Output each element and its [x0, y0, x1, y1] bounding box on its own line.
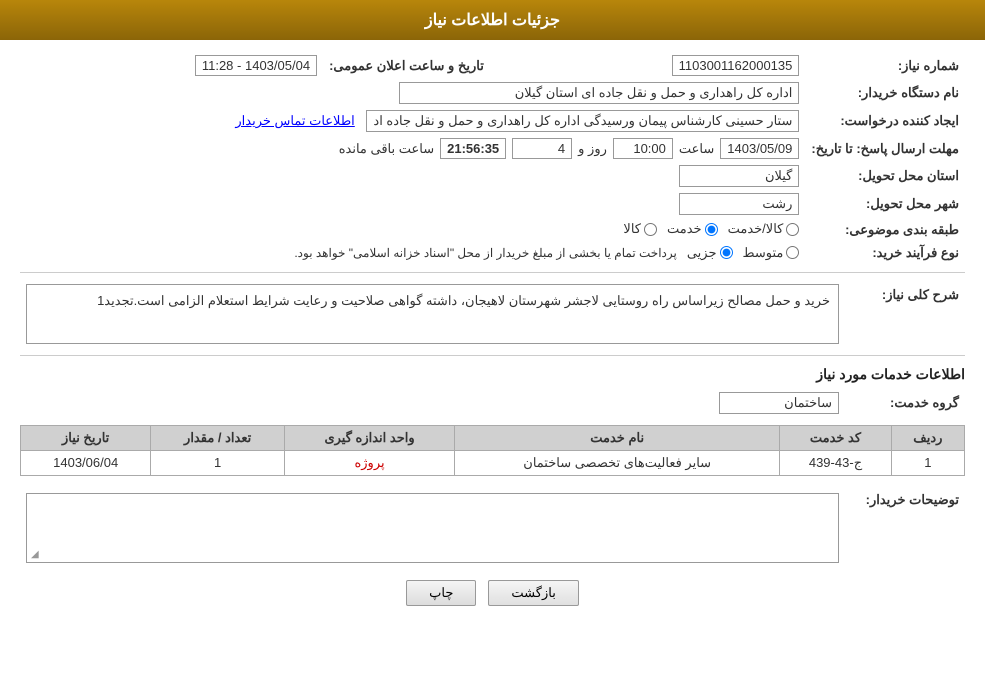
creator-link[interactable]: اطلاعات تماس خریدار — [235, 113, 354, 128]
province-value-cell: گیلان — [20, 162, 805, 190]
process-label: نوع فرآیند خرید: — [805, 242, 965, 264]
city-value: رشت — [679, 193, 799, 215]
city-value-cell: رشت — [20, 190, 805, 218]
service-group-value-cell: ساختمان — [20, 389, 845, 417]
table-row: 1ج-43-439سایر فعالیت‌های تخصصی ساختمانپر… — [21, 450, 965, 475]
radio-kala-khadamat-input[interactable] — [786, 223, 799, 236]
deadline-label: مهلت ارسال پاسخ: تا تاریخ: — [805, 135, 965, 162]
print-button[interactable]: چاپ — [406, 580, 476, 606]
city-label: شهر محل تحویل: — [805, 190, 965, 218]
radio-motevaset[interactable]: متوسط — [743, 245, 800, 261]
radio-jozyi-label: جزیی — [687, 245, 717, 261]
description-text: خرید و حمل مصالح زیراساس راه روستایی لاج… — [97, 293, 830, 308]
date-value: 1403/05/04 - 11:28 — [195, 55, 317, 76]
cell-date: 1403/06/04 — [21, 450, 151, 475]
date-label: تاریخ و ساعت اعلان عمومی: — [323, 52, 490, 79]
deadline-time-label: ساعت — [679, 141, 714, 157]
deadline-remaining-label: ساعت باقی مانده — [339, 141, 434, 157]
services-section-title: اطلاعات خدمات مورد نیاز — [20, 366, 965, 383]
process-row: متوسط جزیی پرداخت تمام یا بخشی از مبلغ خ… — [20, 242, 805, 264]
creator-label: ایجاد کننده درخواست: — [805, 107, 965, 135]
resize-icon: ◢ — [31, 549, 39, 560]
radio-khadamat-input[interactable] — [705, 223, 718, 236]
deadline-date: 1403/05/09 — [720, 138, 799, 159]
radio-khadamat[interactable]: خدمت — [667, 221, 718, 237]
radio-kala-label: کالا — [623, 221, 641, 237]
deadline-row: 1403/05/09 ساعت 10:00 روز و 4 21:56:35 س… — [20, 135, 805, 162]
back-button[interactable]: بازگشت — [488, 580, 578, 606]
creator-value: ستار حسینی کارشناس پیمان ورسیدگی اداره ک… — [366, 110, 799, 132]
service-table: ردیف کد خدمت نام خدمت واحد اندازه گیری ت… — [20, 425, 965, 476]
radio-kala[interactable]: کالا — [623, 221, 657, 237]
buyer-value-cell: اداره کل راهداری و حمل و نقل جاده ای است… — [20, 79, 805, 107]
divider-2 — [20, 355, 965, 356]
radio-motevaset-label: متوسط — [743, 245, 784, 261]
col-row-num: ردیف — [891, 425, 964, 450]
service-group-value: ساختمان — [719, 392, 839, 414]
cell-quantity: 1 — [151, 450, 285, 475]
creator-value-cell: ستار حسینی کارشناس پیمان ورسیدگی اداره ک… — [20, 107, 805, 135]
radio-motevaset-input[interactable] — [786, 246, 799, 259]
description-label: شرح کلی نیاز: — [845, 281, 965, 347]
buyer-notes-cell: ◢ — [20, 486, 845, 566]
deadline-day-label: روز و — [578, 141, 607, 157]
deadline-time: 10:00 — [613, 138, 673, 159]
category-label: طبقه بندی موضوعی: — [805, 218, 965, 242]
order-number-label: شماره نیاز: — [805, 52, 965, 79]
date-value-cell: 1403/05/04 - 11:28 — [20, 52, 323, 79]
radio-khadamat-label: خدمت — [667, 221, 702, 237]
buyer-notes-box: ◢ — [26, 493, 839, 563]
service-group-label: گروه خدمت: — [845, 389, 965, 417]
cell-service-name: سایر فعالیت‌های تخصصی ساختمان — [455, 450, 780, 475]
col-date: تاریخ نیاز — [21, 425, 151, 450]
buttons-row: بازگشت چاپ — [20, 580, 965, 606]
deadline-days: 4 — [512, 138, 572, 159]
buyer-value: اداره کل راهداری و حمل و نقل جاده ای است… — [399, 82, 799, 104]
process-note: پرداخت تمام یا بخشی از مبلغ خریدار از مح… — [294, 246, 677, 260]
cell-row-num: 1 — [891, 450, 964, 475]
province-label: استان محل تحویل: — [805, 162, 965, 190]
radio-kala-khadamat[interactable]: کالا/خدمت — [728, 221, 800, 237]
radio-kala-input[interactable] — [644, 223, 657, 236]
col-service-code: کد خدمت — [780, 425, 892, 450]
order-number-value: 1103001162000135 — [672, 55, 800, 76]
col-unit: واحد اندازه گیری — [284, 425, 454, 450]
radio-jozyi[interactable]: جزیی — [687, 245, 733, 261]
page-header: جزئیات اطلاعات نیاز — [0, 0, 985, 40]
buyer-label: نام دستگاه خریدار: — [805, 79, 965, 107]
cell-unit: پروژه — [284, 450, 454, 475]
buyer-notes-label: توضیحات خریدار: — [845, 486, 965, 566]
description-box: خرید و حمل مصالح زیراساس راه روستایی لاج… — [26, 284, 839, 344]
deadline-remaining: 21:56:35 — [440, 138, 506, 159]
col-service-name: نام خدمت — [455, 425, 780, 450]
province-value: گیلان — [679, 165, 799, 187]
page-title: جزئیات اطلاعات نیاز — [425, 12, 560, 29]
cell-service-code: ج-43-439 — [780, 450, 892, 475]
category-options: کالا/خدمت خدمت کالا — [20, 218, 805, 242]
description-value-cell: خرید و حمل مصالح زیراساس راه روستایی لاج… — [20, 281, 845, 347]
col-quantity: تعداد / مقدار — [151, 425, 285, 450]
order-number-value-cell: 1103001162000135 — [490, 52, 806, 79]
divider-1 — [20, 272, 965, 273]
radio-jozyi-input[interactable] — [720, 246, 733, 259]
radio-kala-khadamat-label: کالا/خدمت — [728, 221, 784, 237]
